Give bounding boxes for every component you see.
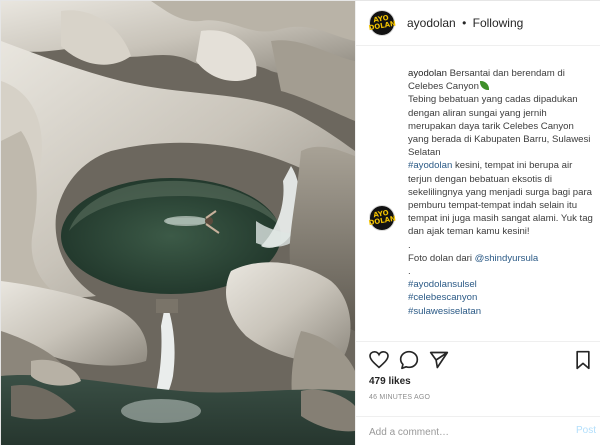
- caption-text: ayodolan Bersantai dan berendam di Celeb…: [408, 67, 594, 318]
- avatar[interactable]: AYO DOLAN: [368, 10, 397, 36]
- comment-input[interactable]: [369, 425, 549, 439]
- post-timestamp: 46 MINUTES AGO: [369, 394, 431, 401]
- comment-bar: Post: [356, 416, 600, 445]
- hashtag-ayodolansulsel[interactable]: #ayodolansulsel: [408, 278, 594, 291]
- leaf-emoji-icon: [479, 81, 489, 91]
- post-header: AYO DOLAN ayodolan • Following: [356, 1, 600, 46]
- likes-count[interactable]: 479 likes: [369, 376, 411, 387]
- action-bar: [356, 341, 600, 375]
- caption-dot: .: [408, 239, 411, 251]
- comment-button[interactable]: [398, 349, 420, 371]
- hashtag-celebescanyon[interactable]: #celebescanyon: [408, 291, 594, 304]
- caption-body-2: kesini, tempat ini berupa air terjun den…: [408, 160, 593, 238]
- caption-body-1: Tebing bebatuan yang cadas dipadukan den…: [408, 94, 591, 159]
- canyon-waterfall-image: [1, 1, 355, 445]
- caption-avatar[interactable]: AYO DOLAN: [368, 205, 397, 231]
- post-comment-button[interactable]: Post: [576, 425, 596, 436]
- header-separator: •: [462, 16, 467, 30]
- header-text: ayodolan • Following: [407, 16, 523, 30]
- share-icon: [429, 351, 449, 369]
- caption-mention-ayodolan[interactable]: #ayodolan: [408, 160, 452, 171]
- share-button[interactable]: [428, 349, 450, 371]
- post-photo[interactable]: [1, 1, 355, 445]
- bookmark-icon: [576, 350, 590, 370]
- caption-area: AYO DOLAN ayodolan Bersantai dan berenda…: [356, 47, 600, 341]
- caption-dot-2: .: [408, 266, 411, 278]
- save-button[interactable]: [572, 349, 594, 371]
- heart-icon: [369, 351, 389, 369]
- header-username[interactable]: ayodolan: [407, 16, 456, 30]
- following-button[interactable]: Following: [473, 16, 524, 30]
- avatar-logo: AYO DOLAN: [368, 13, 397, 33]
- caption-username[interactable]: ayodolan: [408, 68, 447, 79]
- post-sidebar: AYO DOLAN ayodolan • Following AYO DOLAN…: [355, 1, 600, 445]
- hashtag-sulawesiselatan[interactable]: #sulawesiselatan: [408, 305, 594, 318]
- instagram-post: AYO DOLAN ayodolan • Following AYO DOLAN…: [0, 0, 600, 445]
- comment-icon: [399, 350, 419, 370]
- caption-credit-prefix: Foto dolan dari: [408, 252, 472, 264]
- caption-avatar-logo: AYO DOLAN: [368, 208, 397, 228]
- like-button[interactable]: [368, 349, 390, 371]
- caption-credit-user[interactable]: @shindyursula: [475, 253, 539, 264]
